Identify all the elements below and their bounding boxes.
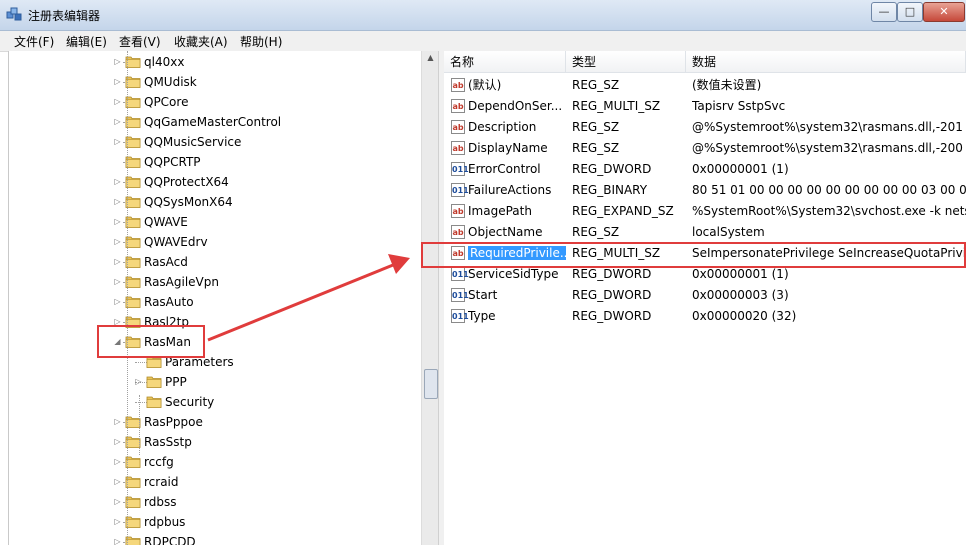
annotation-arrow-icon bbox=[207, 254, 410, 342]
